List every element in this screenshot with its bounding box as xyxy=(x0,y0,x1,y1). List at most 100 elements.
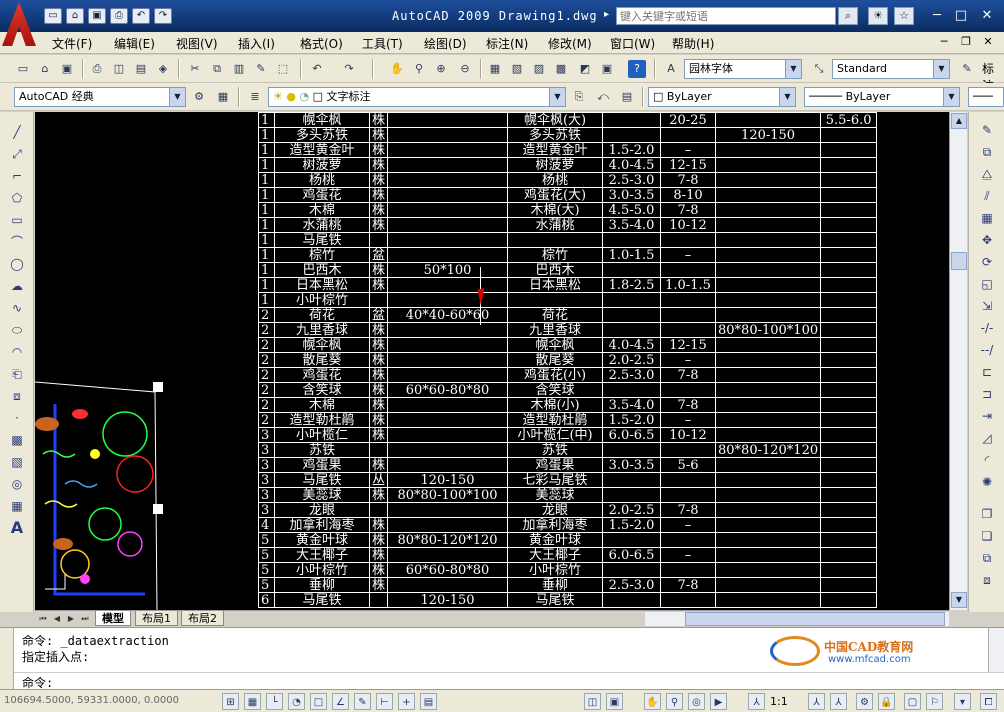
stretch-icon[interactable]: ⇲ xyxy=(977,296,997,316)
tool-palettes-icon[interactable]: ▨ xyxy=(530,60,548,78)
table-row[interactable]: 3 小叶榄仁株 小叶榄仁(中) 6.0-6.5 10-12 xyxy=(258,427,878,443)
insert-block-icon[interactable]: ⎗ xyxy=(7,364,27,384)
site-plan-fragment[interactable] xyxy=(35,374,165,610)
qnew-icon[interactable]: ▭ xyxy=(14,60,32,78)
multiline-text-icon[interactable]: A xyxy=(7,518,27,538)
menu-edit[interactable]: 编辑(E) xyxy=(114,35,155,52)
table-row[interactable]: 5 垂柳株垂柳 2.5-3.0 7-8 xyxy=(258,577,878,593)
menu-dimension[interactable]: 标注(N) xyxy=(486,35,528,52)
menu-tools[interactable]: 工具(T) xyxy=(362,35,403,52)
workspace-icon[interactable]: ▦ xyxy=(214,88,232,106)
auto-scale-icon[interactable]: ⅄ xyxy=(830,693,847,710)
menu-help[interactable]: 帮助(H) xyxy=(672,35,714,52)
grid-display-icon[interactable]: ▦ xyxy=(244,693,261,710)
fillet-icon[interactable]: ◜ xyxy=(977,450,997,470)
table-row[interactable]: 3 龙眼 龙眼 2.0-2.5 7-8 xyxy=(258,502,878,518)
status-tray-icon[interactable]: ⚐ xyxy=(926,693,943,710)
ortho-mode-icon[interactable]: └ xyxy=(266,693,283,710)
copy-object-icon[interactable]: ⧉ xyxy=(977,142,997,162)
properties-icon[interactable]: ▦ xyxy=(486,60,504,78)
horizontal-scrollbar[interactable] xyxy=(645,612,949,626)
table-row[interactable]: 3 马尾铁丛 120-150 七彩马尾铁 xyxy=(258,472,878,488)
drawing-canvas[interactable]: 1 幌伞枫株幌伞枫(大) 20-25 5.5-6.0 1 多头苏铁株多头苏铁 120-150… xyxy=(35,112,949,610)
tab-model[interactable]: 模型 xyxy=(95,611,131,626)
new-file-icon[interactable]: ▭ xyxy=(44,8,62,24)
3d-dwf-icon[interactable]: ◈ xyxy=(154,60,172,78)
clean-screen-icon[interactable]: ▢ xyxy=(904,693,921,710)
zoom-window-icon[interactable]: ⊕ xyxy=(432,60,450,78)
lineweight-select[interactable]: ─── xyxy=(968,87,1004,107)
table-row[interactable]: 1 棕竹盆棕竹 1.0-1.5– xyxy=(258,247,878,263)
table-row[interactable]: 1 树菠萝株树菠萝 4.0-4.5 12-15 xyxy=(258,157,878,173)
scroll-down-icon[interactable]: ▼ xyxy=(951,592,967,608)
workspace-switch-icon[interactable]: ⚙ xyxy=(856,693,873,710)
make-current-layer-icon[interactable]: ⎘ xyxy=(570,88,588,106)
redo-icon[interactable]: ↷ xyxy=(154,8,172,24)
table-row[interactable]: 2 鸡蛋花株 鸡蛋花(小) 2.5-3.0 7-8 xyxy=(258,367,878,383)
menu-modify[interactable]: 修改(M) xyxy=(548,35,592,52)
grip-handle[interactable] xyxy=(153,504,163,514)
table-icon[interactable]: ▦ xyxy=(7,496,27,516)
layer-previous-icon[interactable]: ⤺ xyxy=(594,88,612,106)
grip-handle[interactable] xyxy=(153,382,163,392)
open-icon[interactable]: ⌂ xyxy=(36,60,54,78)
table-row[interactable]: 1 水蒲桃株水蒲桃 3.5-4.0 10-12 xyxy=(258,217,878,233)
pan-icon[interactable]: ✋ xyxy=(644,693,661,710)
table-row[interactable]: 1 幌伞枫株 幌伞枫(大) 20-25 5.5-6.0 xyxy=(258,112,878,128)
communication-center-icon[interactable]: ☀ xyxy=(868,7,888,25)
table-row[interactable]: 5 小叶棕竹株 60*60-80*80 小叶棕竹 xyxy=(258,562,878,578)
undo-icon[interactable]: ↶ xyxy=(308,60,326,78)
table-row[interactable]: 2 荷花盆 40*40-60*60 荷花 xyxy=(258,307,878,323)
region-icon[interactable]: ◎ xyxy=(7,474,27,494)
doc-minimize-button[interactable]: ─ xyxy=(936,35,952,49)
menu-format[interactable]: 格式(O) xyxy=(300,35,343,52)
plot-icon[interactable]: ⎙ xyxy=(88,60,106,78)
close-button[interactable]: ✕ xyxy=(976,6,998,26)
quick-properties-icon[interactable]: ▤ xyxy=(420,693,437,710)
search-icon[interactable]: ⌕ xyxy=(838,7,858,25)
make-block-icon[interactable]: ⧈ xyxy=(7,386,27,406)
table-row[interactable]: 2 含笑球株 60*60-80*80 含笑球 xyxy=(258,382,878,398)
text-style-select[interactable]: 园林字体 ▼ xyxy=(684,59,802,79)
polyline-icon[interactable]: ⌐ xyxy=(7,166,27,186)
table-row[interactable]: 5 黄金叶球株 80*80-120*120 黄金叶球 xyxy=(258,532,878,548)
line-icon[interactable]: ╱ xyxy=(7,122,27,142)
open-file-icon[interactable]: ⌂ xyxy=(66,8,84,24)
plot-preview-icon[interactable]: ◫ xyxy=(110,60,128,78)
polygon-icon[interactable]: ⬠ xyxy=(7,188,27,208)
print-icon[interactable]: ⎙ xyxy=(110,8,128,24)
ellipse-arc-icon[interactable]: ◠ xyxy=(7,342,27,362)
revcloud-icon[interactable]: ☁ xyxy=(7,276,27,296)
status-menu-icon[interactable]: ▾ xyxy=(954,693,971,710)
table-row[interactable]: 5 大王椰子株大王椰子 6.0-6.5– xyxy=(258,547,878,563)
tab-prev-icon[interactable]: ◀ xyxy=(51,612,63,625)
send-under-icon[interactable]: ⧈ xyxy=(977,570,997,590)
arc-icon[interactable]: ⌒ xyxy=(7,232,27,252)
paste-icon[interactable]: ▥ xyxy=(230,60,248,78)
trim-icon[interactable]: -/- xyxy=(977,318,997,338)
snap-mode-icon[interactable]: ⊞ xyxy=(222,693,239,710)
object-snap-icon[interactable]: □ xyxy=(310,693,327,710)
rectangle-icon[interactable]: ▭ xyxy=(7,210,27,230)
layer-state-icon[interactable]: ▤ xyxy=(618,88,636,106)
table-row[interactable]: 1 鸡蛋花株 鸡蛋花(大) 3.0-3.5 8-10 xyxy=(258,187,878,203)
hatch-icon[interactable]: ▩ xyxy=(7,430,27,450)
linetype-select[interactable]: ───── ByLayer ▼ xyxy=(804,87,960,107)
plant-schedule-table[interactable]: 1 幌伞枫株幌伞枫(大) 20-25 5.5-6.0 1 多头苏铁株多头苏铁 120-150… xyxy=(258,112,878,608)
zoom-realtime-icon[interactable]: ⚲ xyxy=(410,60,428,78)
table-row[interactable]: 1 小叶棕竹 xyxy=(258,292,878,308)
osnap-tracking-icon[interactable]: ∠ xyxy=(332,693,349,710)
lineweight-icon[interactable]: + xyxy=(398,693,415,710)
scroll-up-icon[interactable]: ▲ xyxy=(951,113,967,129)
table-row[interactable]: 4 加拿利海枣株加拿利海枣 1.5-2.0– xyxy=(258,517,878,533)
redo-icon[interactable]: ↷ xyxy=(340,60,358,78)
sheet-set-icon[interactable]: ▩ xyxy=(552,60,570,78)
lock-toolbar-icon[interactable]: 🔒 xyxy=(878,693,895,710)
table-row[interactable]: 1 日本黑松株日本黑松 1.8-2.5 1.0-1.5 xyxy=(258,277,878,293)
table-row[interactable]: 1 杨桃株杨桃 2.5-3.0 7-8 xyxy=(258,172,878,188)
tab-layout1[interactable]: 布局1 xyxy=(135,611,178,626)
chamfer-icon[interactable]: ◿ xyxy=(977,428,997,448)
table-row[interactable]: 6 马尾铁 120-150 马尾铁 xyxy=(258,592,878,608)
doc-restore-button[interactable]: ❐ xyxy=(958,35,974,49)
coordinate-readout[interactable]: 106694.5000, 59331.0000, 0.0000 xyxy=(4,695,179,706)
